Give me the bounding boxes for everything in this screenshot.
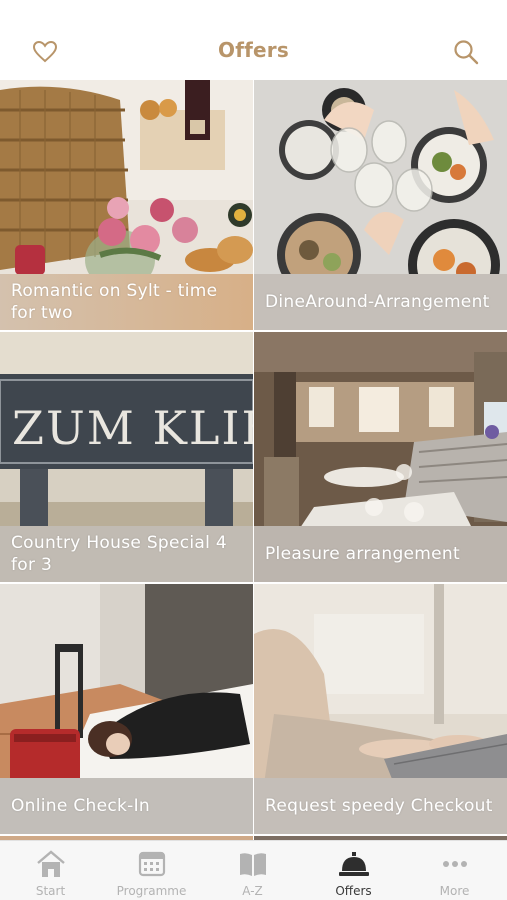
- book-icon: [236, 849, 270, 879]
- offers-grid: Romantic on Sylt - time for two DineArou…: [0, 80, 507, 840]
- offer-title: Country House Special 4 for 3: [11, 533, 227, 575]
- tab-bar: Start Programme A-Z Offers More: [0, 840, 507, 900]
- offer-title: Online Check-In: [11, 796, 150, 816]
- more-dots-icon: [438, 849, 472, 879]
- offer-tile-pleasure[interactable]: Pleasure arrangement: [254, 332, 507, 582]
- offer-title: Romantic on Sylt - time for two: [11, 281, 218, 323]
- offer-tile-speedy-checkout[interactable]: Request speedy Checkout: [254, 584, 507, 834]
- search-icon[interactable]: [452, 38, 480, 66]
- navigation-header: Offers: [0, 0, 507, 80]
- offer-title: Request speedy Checkout: [265, 796, 493, 816]
- offer-caption: Online Check-In: [0, 778, 253, 834]
- tab-label: A-Z: [242, 884, 263, 898]
- offer-caption: DineAround-Arrangement: [254, 274, 507, 330]
- tab-label: Start: [35, 884, 66, 898]
- offer-caption: Request speedy Checkout: [254, 778, 507, 834]
- tab-label: More: [439, 884, 470, 898]
- offer-title: Pleasure arrangement: [265, 544, 460, 564]
- tab-offers[interactable]: Offers: [303, 841, 404, 900]
- svg-text:ZUM KLIFF: ZUM KLIFF: [12, 401, 253, 455]
- tab-programme[interactable]: Programme: [101, 841, 202, 900]
- offer-caption: Romantic on Sylt - time for two: [0, 274, 253, 330]
- offer-title: DineAround-Arrangement: [265, 292, 490, 312]
- offer-tile-country-house[interactable]: ZUM KLIFF Country House Special 4 for 3: [0, 332, 253, 582]
- offer-tile-romantic-sylt[interactable]: Romantic on Sylt - time for two: [0, 80, 253, 330]
- calendar-icon: [135, 849, 169, 879]
- house-icon: [34, 849, 68, 879]
- page-title: Offers: [218, 38, 289, 62]
- offer-tile-dinearound[interactable]: DineAround-Arrangement: [254, 80, 507, 330]
- offer-caption: Country House Special 4 for 3: [0, 526, 253, 582]
- tab-a-z[interactable]: A-Z: [202, 841, 303, 900]
- offer-tile-online-checkin[interactable]: Online Check-In: [0, 584, 253, 834]
- service-bell-icon: [337, 849, 371, 879]
- tab-label: Offers: [335, 884, 372, 898]
- tab-more[interactable]: More: [404, 841, 505, 900]
- tab-label: Programme: [116, 884, 187, 898]
- tab-start[interactable]: Start: [0, 841, 101, 900]
- offer-caption: Pleasure arrangement: [254, 526, 507, 582]
